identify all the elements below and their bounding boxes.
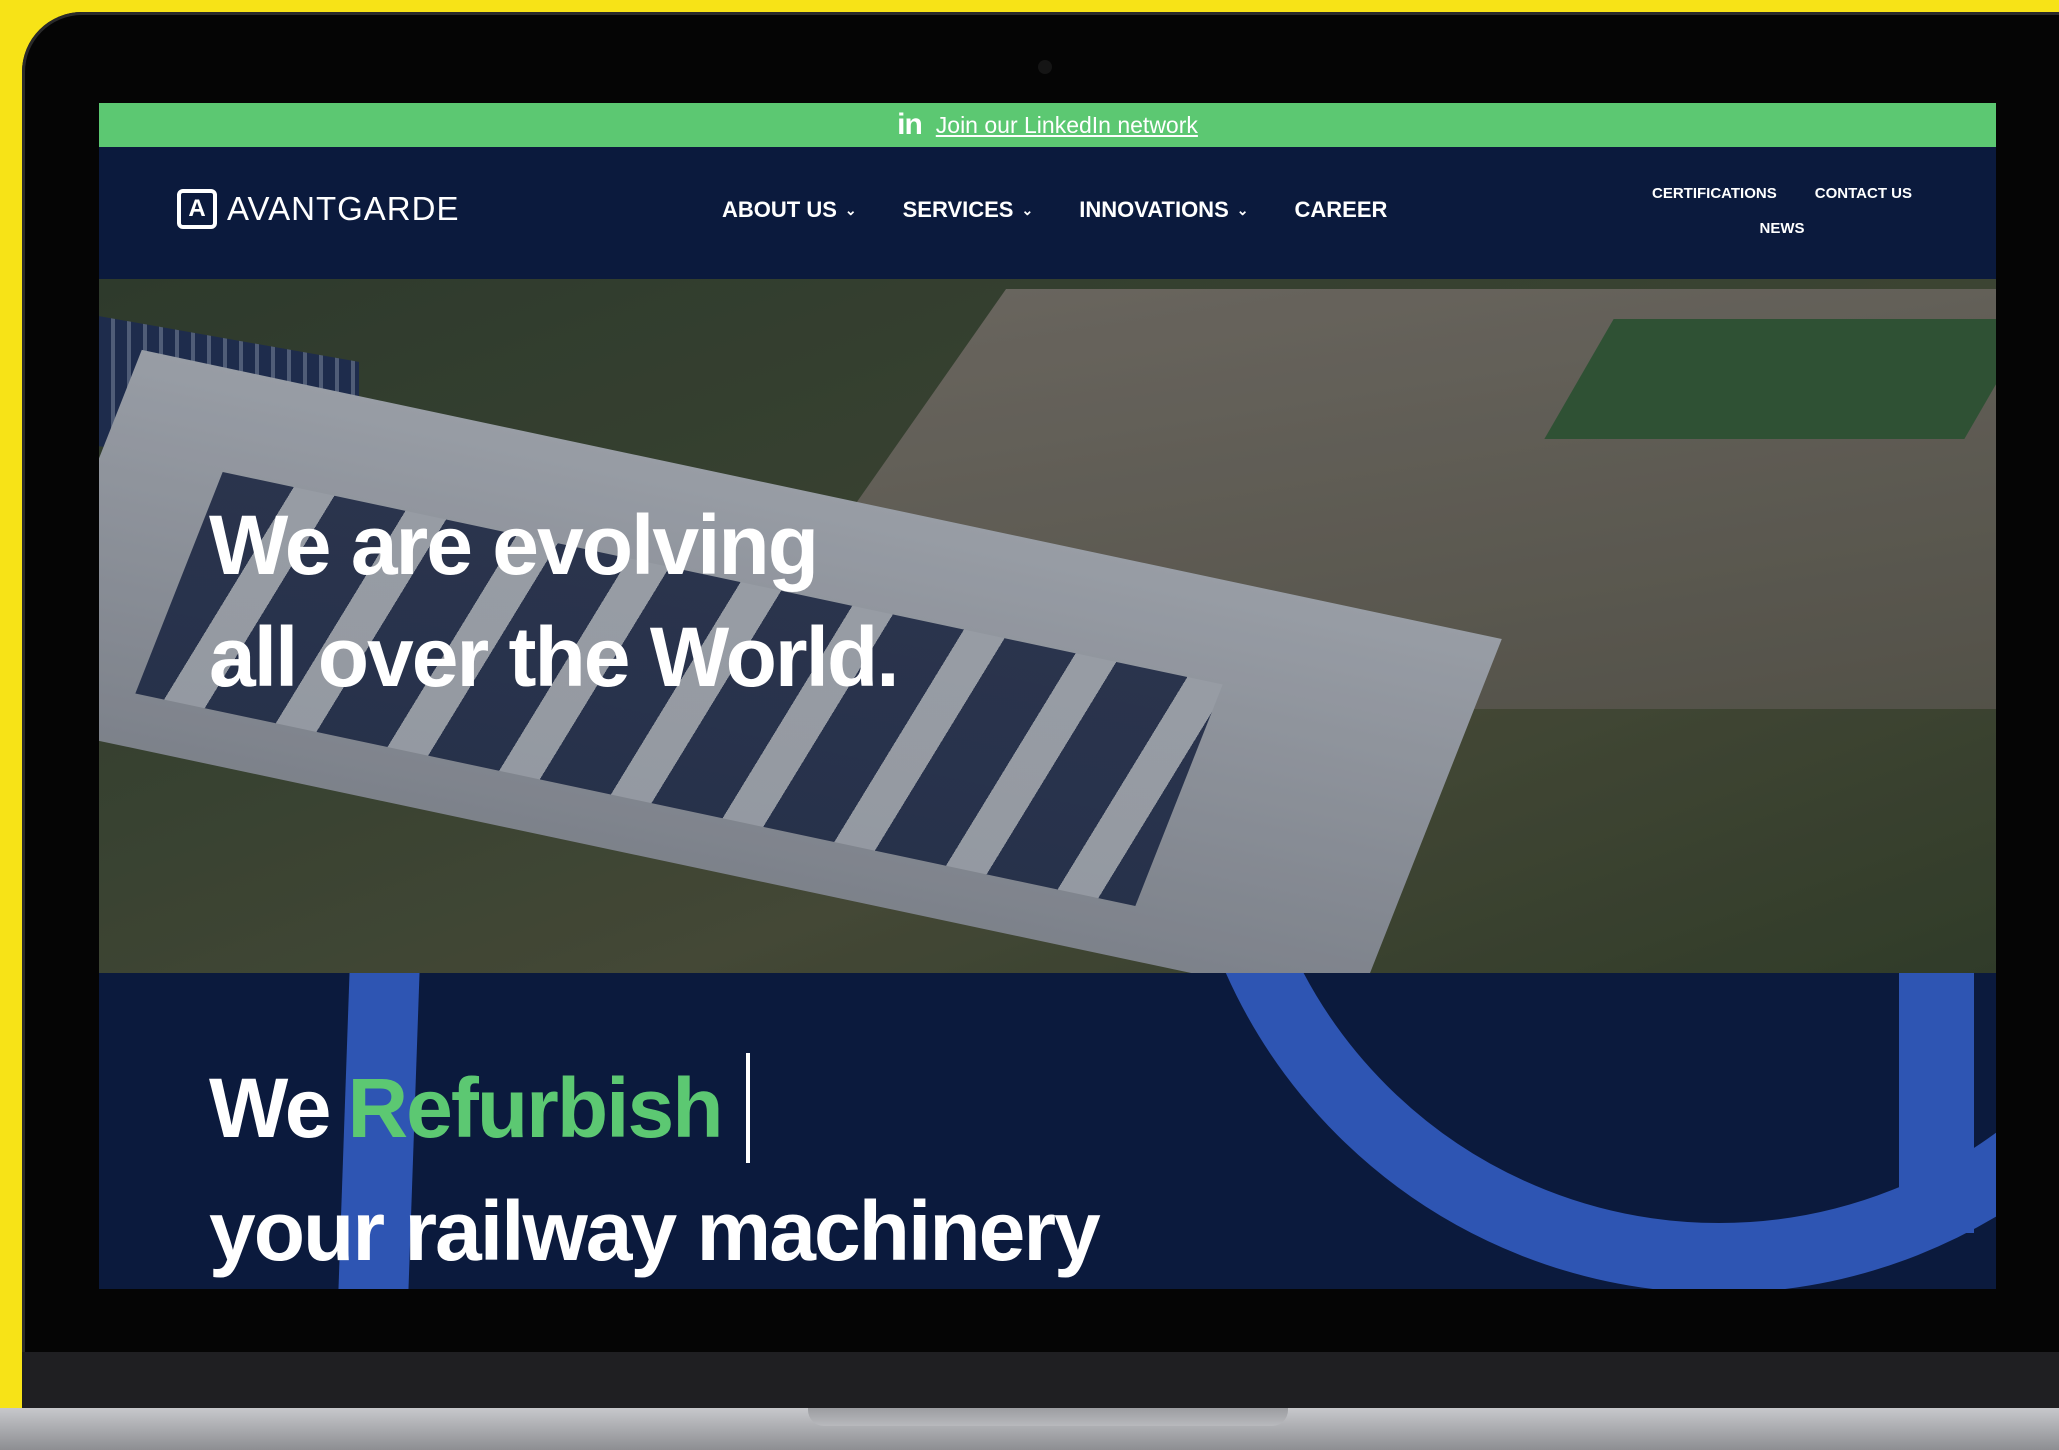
chevron-down-icon: ⌄ <box>844 201 857 218</box>
nav-label: CAREER <box>1294 197 1388 222</box>
tagline-heading: We Refurbish <box>209 1053 750 1163</box>
nav-item-about-us[interactable]: ABOUT US ⌄ <box>722 197 857 223</box>
linkedin-link[interactable]: Join our LinkedIn network <box>936 112 1198 139</box>
brand-name: AVANTGARDE <box>227 190 460 227</box>
nav-item-career[interactable]: CAREER <box>1294 197 1387 223</box>
decorative-arc <box>1179 973 1996 1289</box>
nav-label: ABOUT US <box>722 197 837 222</box>
nav-item-certifications[interactable]: CERTIFICATIONS <box>1652 185 1777 202</box>
chevron-down-icon: ⌄ <box>1021 201 1034 218</box>
nav-label: SERVICES <box>902 197 1014 222</box>
tagline-section: We Refurbish your railway machinery <box>99 973 1996 1289</box>
linkedin-banner: in Join our LinkedIn network <box>99 103 1996 147</box>
hero-section: We are evolving all over the World. <box>99 279 1996 973</box>
nav-label: INNOVATIONS <box>1079 197 1229 222</box>
screen-bezel <box>22 1352 2059 1408</box>
hero-heading-line1: We are evolving <box>209 498 819 592</box>
camera-icon <box>1038 60 1052 74</box>
linkedin-icon[interactable]: in <box>897 108 923 142</box>
tagline-accent-word: Refurbish <box>347 1060 723 1155</box>
secondary-nav: CERTIFICATIONS CONTACT US NEWS <box>1652 185 1912 237</box>
site-header: A AVANTGARDE ABOUT US ⌄ SERVICES ⌄ INNOV… <box>99 147 1996 279</box>
nav-item-contact-us[interactable]: CONTACT US <box>1815 185 1912 202</box>
nav-item-services[interactable]: SERVICES ⌄ <box>903 197 1034 223</box>
tagline-subheading: your railway machinery <box>209 1184 1101 1278</box>
nav-item-innovations[interactable]: INNOVATIONS ⌄ <box>1079 197 1248 223</box>
decorative-stripe-right <box>1899 973 1974 1233</box>
nav-item-news[interactable]: NEWS <box>1760 220 1805 237</box>
laptop-notch <box>808 1408 1288 1426</box>
hero-heading-line2: all over the World. <box>209 610 900 704</box>
site-logo[interactable]: A AVANTGARDE <box>177 189 459 229</box>
typing-cursor <box>745 1053 750 1163</box>
logo-icon: A <box>177 189 217 229</box>
tagline-prefix: We <box>209 1060 331 1155</box>
browser-screen: in Join our LinkedIn network A AVANTGARD… <box>99 103 1996 1289</box>
hero-heading: We are evolving all over the World. <box>209 489 900 713</box>
main-nav: ABOUT US ⌄ SERVICES ⌄ INNOVATIONS ⌄ CARE… <box>722 197 1387 223</box>
chevron-down-icon: ⌄ <box>1236 201 1249 218</box>
